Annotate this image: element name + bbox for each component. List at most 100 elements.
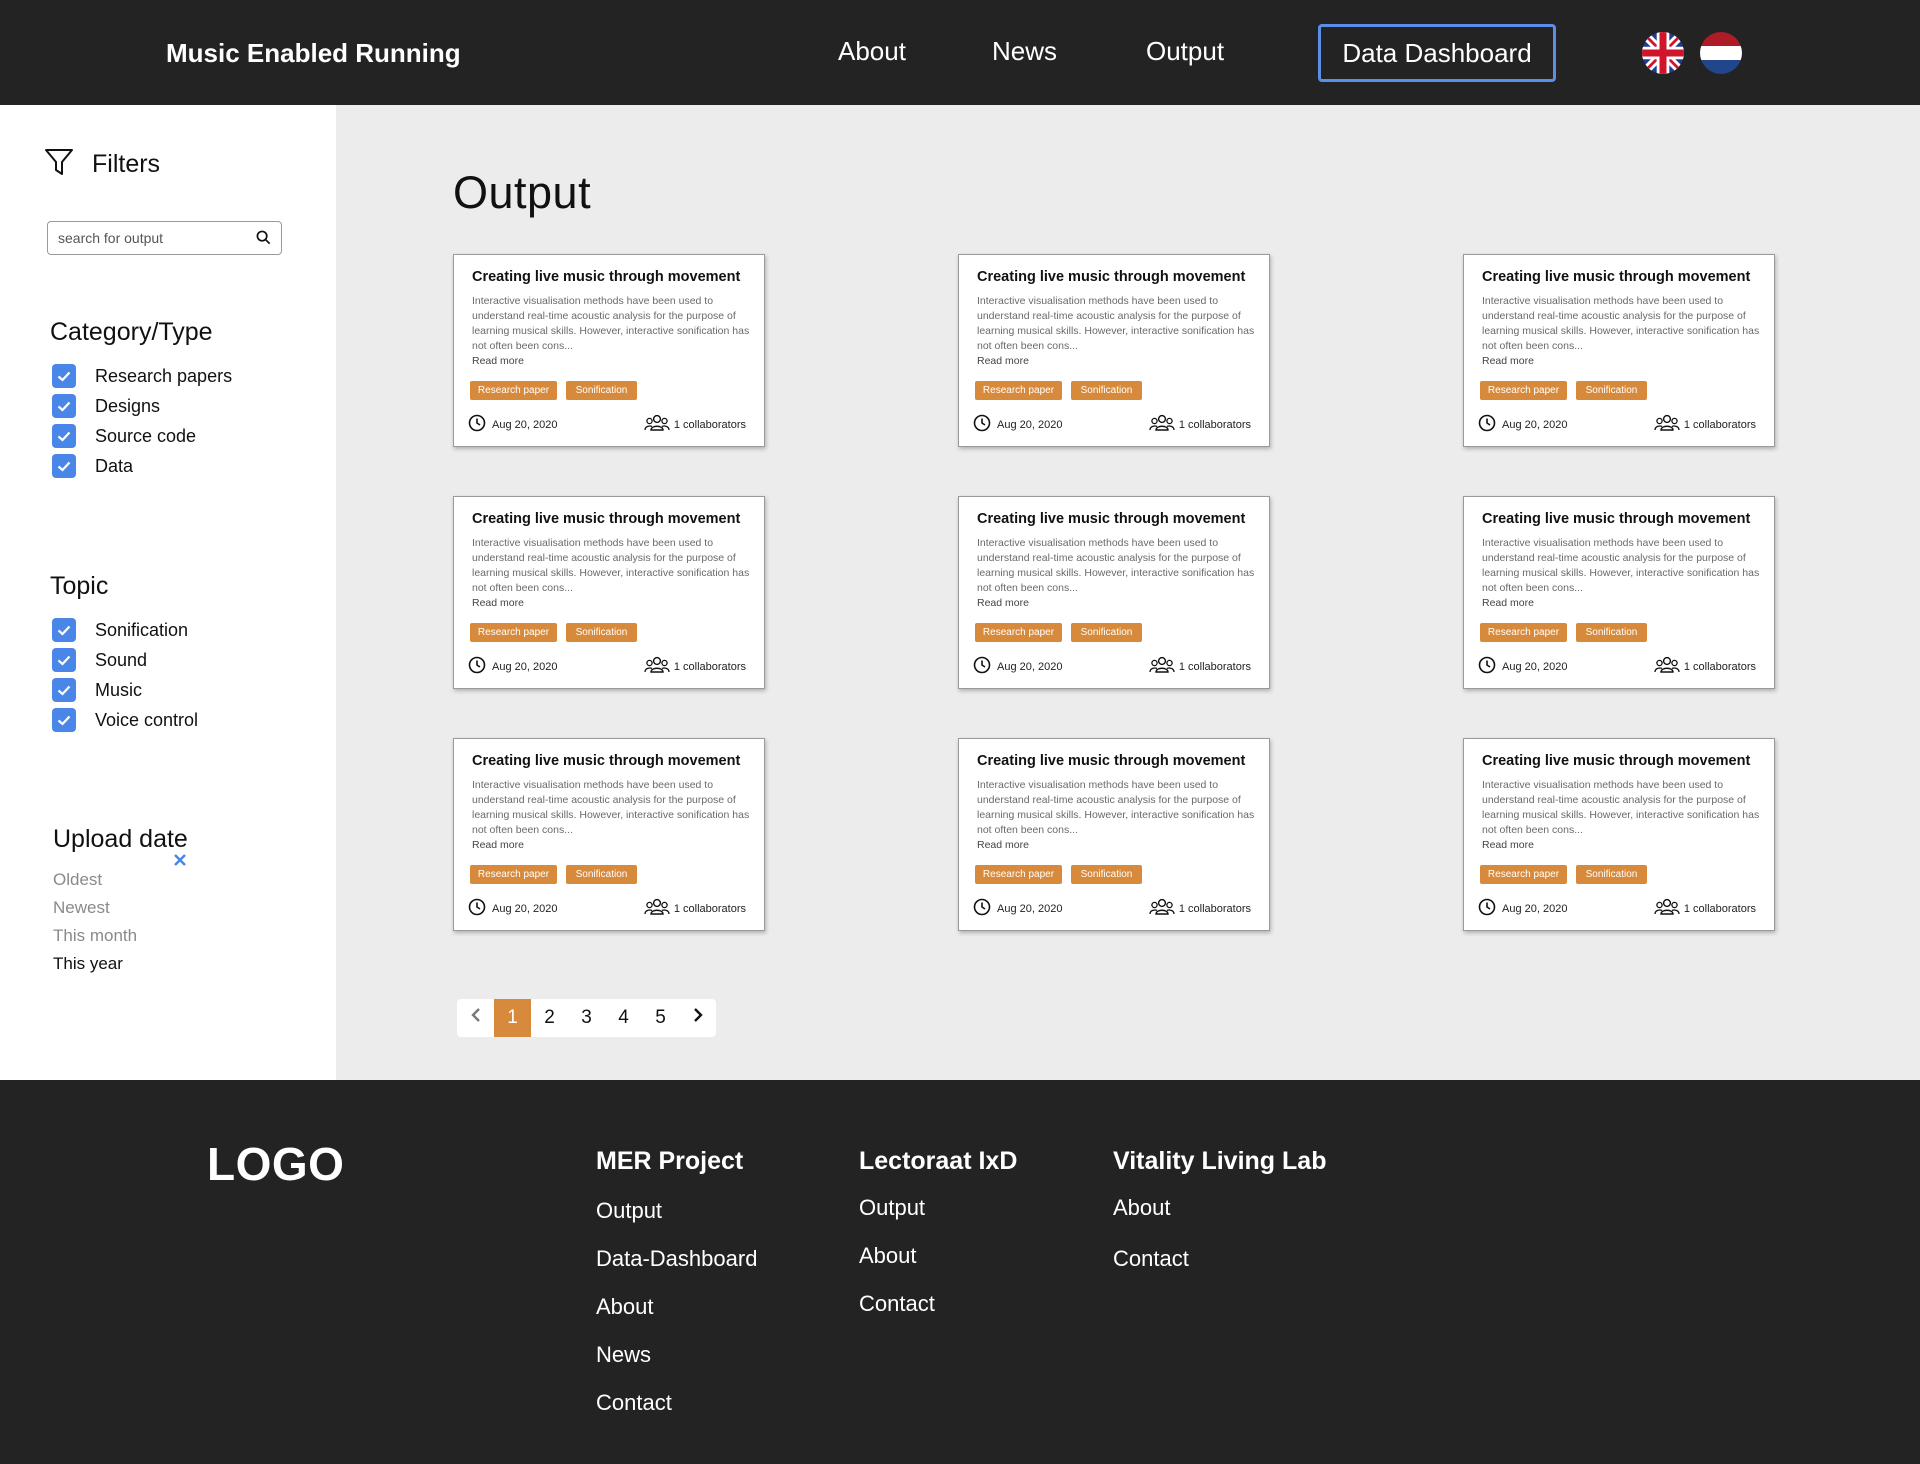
tag-badge[interactable]: Sonification — [566, 381, 637, 400]
tag-badge[interactable]: Research paper — [975, 865, 1062, 884]
check-icon[interactable] — [52, 424, 76, 448]
card-title[interactable]: Creating live music through movement — [472, 269, 740, 285]
nav-button-data-dashboard[interactable]: Data Dashboard — [1318, 24, 1556, 82]
footer-link-contact[interactable]: Contact — [859, 1291, 935, 1317]
read-more-link[interactable]: Read more — [1482, 597, 1534, 609]
tag-badge[interactable]: Sonification — [566, 865, 637, 884]
read-more-link[interactable]: Read more — [977, 355, 1029, 367]
check-icon[interactable] — [52, 618, 76, 642]
site-brand[interactable]: Music Enabled Running — [166, 38, 461, 69]
footer-link-contact[interactable]: Contact — [596, 1390, 672, 1416]
output-card[interactable]: Creating live music through movement Inte… — [958, 496, 1270, 689]
check-icon[interactable] — [52, 454, 76, 478]
output-card[interactable]: Creating live music through movement Inte… — [958, 254, 1270, 447]
footer-link-about[interactable]: About — [1113, 1195, 1171, 1221]
card-title[interactable]: Creating live music through movement — [1482, 753, 1750, 769]
date-option-this-month[interactable]: This month — [53, 926, 137, 946]
tag-badge[interactable]: Sonification — [566, 623, 637, 642]
tag-badge[interactable]: Research paper — [1480, 381, 1567, 400]
read-more-link[interactable]: Read more — [977, 839, 1029, 851]
output-card[interactable]: Creating live music through movement Inte… — [1463, 738, 1775, 931]
date-option-this-year[interactable]: This year — [53, 954, 123, 974]
pagination-page-4[interactable]: 4 — [605, 999, 642, 1037]
check-icon[interactable] — [52, 708, 76, 732]
output-card[interactable]: Creating live music through movement Inte… — [1463, 254, 1775, 447]
nav-link-news[interactable]: News — [992, 36, 1057, 67]
card-title[interactable]: Creating live music through movement — [472, 753, 740, 769]
tag-badge[interactable]: Research paper — [975, 381, 1062, 400]
checkbox-music[interactable]: Music — [52, 678, 142, 702]
tag-badge[interactable]: Sonification — [1576, 865, 1647, 884]
checkbox-sonification[interactable]: Sonification — [52, 618, 188, 642]
card-title[interactable]: Creating live music through movement — [472, 511, 740, 527]
pagination-page-2[interactable]: 2 — [531, 999, 568, 1037]
nl-flag-icon[interactable] — [1700, 32, 1742, 74]
footer-link-about[interactable]: About — [859, 1243, 917, 1269]
tag-badge[interactable]: Research paper — [470, 865, 557, 884]
pagination-next-button[interactable] — [679, 999, 716, 1037]
tag-badge[interactable]: Sonification — [1576, 381, 1647, 400]
check-icon[interactable] — [52, 678, 76, 702]
card-title[interactable]: Creating live music through movement — [1482, 511, 1750, 527]
date-option-oldest[interactable]: Oldest — [53, 870, 102, 890]
read-more-link[interactable]: Read more — [1482, 355, 1534, 367]
output-card[interactable]: Creating live music through movement Inte… — [453, 254, 765, 447]
footer-link-news[interactable]: News — [596, 1342, 651, 1368]
read-more-link[interactable]: Read more — [1482, 839, 1534, 851]
read-more-link[interactable]: Read more — [472, 597, 524, 609]
output-card[interactable]: Creating live music through movement Inte… — [453, 496, 765, 689]
search-icon[interactable] — [256, 230, 271, 250]
card-title[interactable]: Creating live music through movement — [977, 753, 1245, 769]
search-input[interactable] — [58, 230, 248, 246]
chevron-left-icon[interactable] — [470, 1007, 482, 1029]
tag-badge[interactable]: Research paper — [975, 623, 1062, 642]
filter-icon — [44, 147, 74, 182]
tag-badge[interactable]: Research paper — [1480, 623, 1567, 642]
card-title[interactable]: Creating live music through movement — [977, 269, 1245, 285]
footer-link-contact[interactable]: Contact — [1113, 1246, 1189, 1272]
card-collaborators: 1 collaborators — [1654, 414, 1756, 435]
nav-link-about[interactable]: About — [838, 36, 906, 67]
tag-badge[interactable]: Sonification — [1576, 623, 1647, 642]
checkbox-designs[interactable]: Designs — [52, 394, 160, 418]
footer-link-data-dashboard[interactable]: Data-Dashboard — [596, 1246, 757, 1272]
check-icon[interactable] — [52, 394, 76, 418]
tag-badge[interactable]: Sonification — [1071, 865, 1142, 884]
output-card[interactable]: Creating live music through movement Inte… — [958, 738, 1270, 931]
tag-badge[interactable]: Sonification — [1071, 381, 1142, 400]
check-icon[interactable] — [52, 648, 76, 672]
checkbox-research-papers[interactable]: Research papers — [52, 364, 232, 388]
checkbox-data[interactable]: Data — [52, 454, 133, 478]
chevron-right-icon[interactable] — [692, 1007, 704, 1029]
close-icon[interactable] — [172, 852, 188, 873]
checkbox-voice-control[interactable]: Voice control — [52, 708, 198, 732]
check-icon[interactable] — [52, 364, 76, 388]
tag-badge[interactable]: Sonification — [1071, 623, 1142, 642]
date-option-newest[interactable]: Newest — [53, 898, 110, 918]
tag-badge[interactable]: Research paper — [470, 381, 557, 400]
pagination-page-3[interactable]: 3 — [568, 999, 605, 1037]
footer-link-output[interactable]: Output — [859, 1195, 925, 1221]
card-title[interactable]: Creating live music through movement — [977, 511, 1245, 527]
output-card[interactable]: Creating live music through movement Inte… — [453, 738, 765, 931]
nav-link-output[interactable]: Output — [1146, 36, 1224, 67]
search-field[interactable] — [47, 221, 282, 255]
pagination-prev-button[interactable] — [457, 999, 494, 1037]
read-more-link[interactable]: Read more — [472, 839, 524, 851]
checkbox-source-code[interactable]: Source code — [52, 424, 196, 448]
footer-logo[interactable]: LOGO — [207, 1137, 344, 1191]
output-card[interactable]: Creating live music through movement Inte… — [1463, 496, 1775, 689]
read-more-link[interactable]: Read more — [472, 355, 524, 367]
tag-badge[interactable]: Research paper — [470, 623, 557, 642]
checkbox-sound[interactable]: Sound — [52, 648, 147, 672]
read-more-link[interactable]: Read more — [977, 597, 1029, 609]
footer-link-output[interactable]: Output — [596, 1198, 662, 1224]
card-collaborators: 1 collaborators — [1654, 656, 1756, 677]
card-title[interactable]: Creating live music through movement — [1482, 269, 1750, 285]
uk-flag-icon[interactable] — [1642, 32, 1684, 74]
filters-sidebar: Filters Category/Type Research papers De… — [0, 105, 336, 1080]
footer-link-about[interactable]: About — [596, 1294, 654, 1320]
tag-badge[interactable]: Research paper — [1480, 865, 1567, 884]
pagination-page-1[interactable]: 1 — [494, 999, 531, 1037]
pagination-page-5[interactable]: 5 — [642, 999, 679, 1037]
